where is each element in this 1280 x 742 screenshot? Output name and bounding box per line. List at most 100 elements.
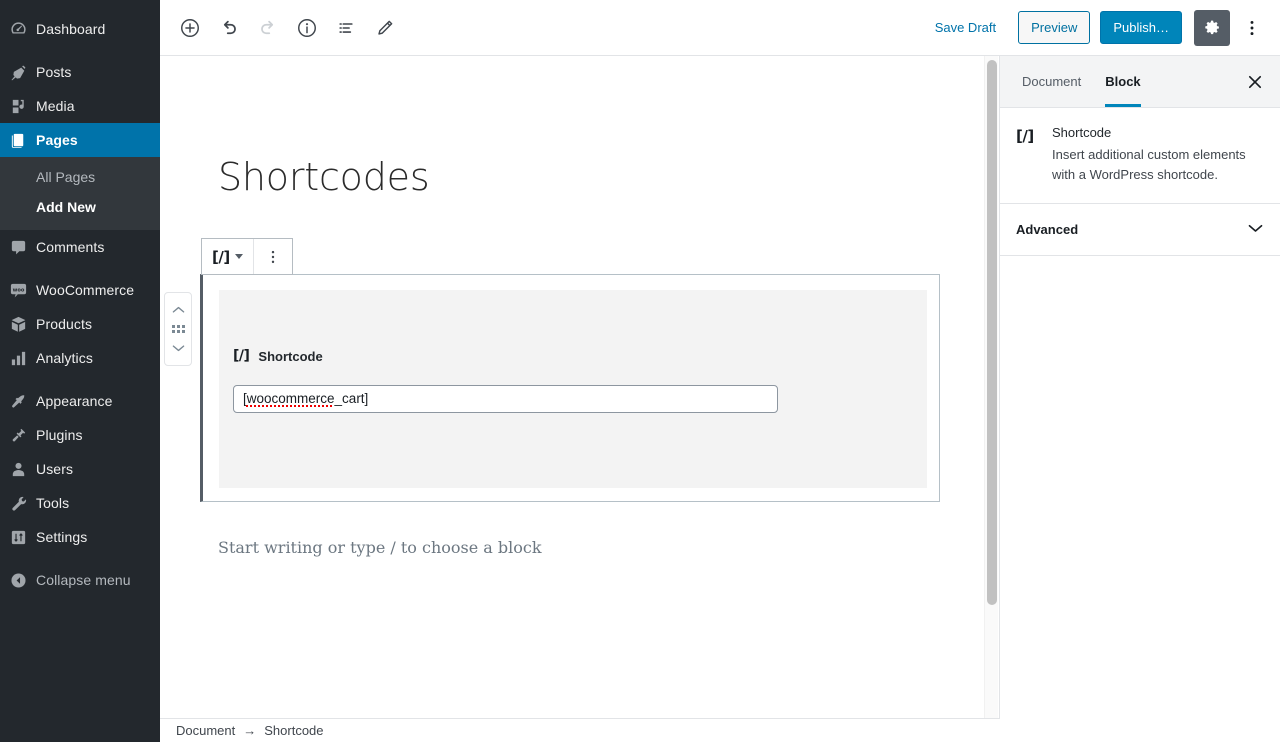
menu-separator: [0, 554, 160, 563]
close-icon[interactable]: [1240, 67, 1270, 97]
pages-submenu: All Pages Add New: [0, 157, 160, 231]
wordpress-block-editor: Dashboard Posts Media Pages All Pages Ad…: [0, 0, 1280, 742]
sidebar-item-label: Tools: [36, 495, 70, 512]
redo-icon: [250, 10, 286, 46]
shortcode-input[interactable]: [woocommerce_cart]: [233, 385, 778, 413]
sidebar-item-label: Dashboard: [36, 21, 106, 37]
breadcrumb-item-shortcode[interactable]: Shortcode: [264, 723, 323, 738]
settings-sidebar-tabs: Document Block: [1000, 56, 1280, 108]
sidebar-item-label: Analytics: [36, 350, 93, 367]
editor-header: Save Draft Preview Publish…: [160, 0, 1280, 56]
undo-icon[interactable]: [211, 10, 247, 46]
menu-separator: [0, 375, 160, 384]
collapse-menu-button[interactable]: Collapse menu: [0, 563, 160, 597]
block-options-kebab-icon[interactable]: [254, 239, 292, 274]
block-toolbar: [/]: [201, 238, 293, 275]
collapse-arrow-icon: [0, 571, 36, 590]
sidebar-item-pages[interactable]: Pages: [0, 123, 160, 157]
block-navigation-icon[interactable]: [328, 10, 364, 46]
sidebar-item-comments[interactable]: Comments: [0, 230, 160, 264]
sidebar-item-posts[interactable]: Posts: [0, 55, 160, 89]
shortcode-icon: [/]: [1016, 127, 1034, 145]
sidebar-item-label: Products: [36, 316, 93, 333]
preview-button[interactable]: Preview: [1018, 11, 1091, 44]
save-draft-button[interactable]: Save Draft: [925, 14, 1006, 41]
breadcrumb-separator-icon: →: [243, 723, 257, 738]
pages-icon: [0, 131, 36, 150]
editor-scrollbar[interactable]: [984, 56, 998, 718]
editor-scrollbar-thumb[interactable]: [987, 60, 997, 605]
chevron-down-icon: [1247, 221, 1264, 239]
comments-icon: [0, 238, 36, 257]
kebab-menu-icon[interactable]: [1234, 10, 1270, 46]
page-title[interactable]: Shortcodes: [218, 155, 430, 201]
shortcode-block-header: [/] Shortcode: [233, 348, 323, 364]
drag-handle-icon[interactable]: [171, 325, 185, 333]
default-block-placeholder[interactable]: Start writing or type / to choose a bloc…: [218, 538, 542, 557]
pin-icon: [0, 63, 36, 82]
tab-document[interactable]: Document: [1010, 56, 1093, 107]
shortcode-block[interactable]: [/] Shortcode [woocommerce_cart]: [200, 274, 940, 502]
media-icon: [0, 97, 36, 116]
shortcode-value-rest: _cart]: [334, 391, 369, 406]
info-icon[interactable]: [289, 10, 325, 46]
menu-separator: [0, 46, 160, 55]
breadcrumb: Document → Shortcode: [160, 718, 1000, 742]
submenu-item-add-new[interactable]: Add New: [0, 193, 160, 223]
sidebar-item-settings[interactable]: Settings: [0, 520, 160, 554]
shortcode-value-misspelled: woocommerce: [246, 391, 335, 406]
shortcode-icon: [/]: [233, 348, 250, 364]
sidebar-item-label: WooCommerce: [36, 282, 135, 299]
tools-icon: [0, 494, 36, 513]
panel-advanced-title: Advanced: [1016, 222, 1079, 238]
sidebar-item-tools[interactable]: Tools: [0, 486, 160, 520]
shortcode-block-type-icon: [/]: [212, 247, 230, 266]
submenu-item-all-pages[interactable]: All Pages: [0, 163, 160, 193]
tab-block[interactable]: Block: [1093, 56, 1152, 107]
sidebar-item-plugins[interactable]: Plugins: [0, 418, 160, 452]
settings-icon: [0, 528, 36, 547]
pencil-icon[interactable]: [367, 10, 403, 46]
move-block-up-icon[interactable]: [165, 299, 191, 321]
dashboard-icon: [0, 20, 36, 39]
block-card: [/] Shortcode Insert additional custom e…: [1000, 108, 1280, 205]
sidebar-item-label: Media: [36, 98, 75, 114]
sidebar-item-analytics[interactable]: Analytics: [0, 341, 160, 375]
header-right-actions: Save Draft Preview Publish…: [925, 9, 1280, 46]
shortcode-block-switcher[interactable]: [/]: [202, 239, 254, 274]
breadcrumb-item-document[interactable]: Document: [176, 723, 235, 738]
collapse-menu-label: Collapse menu: [36, 572, 131, 589]
svg-text:woo: woo: [12, 287, 24, 293]
sidebar-item-label: Settings: [36, 529, 88, 546]
plugins-icon: [0, 426, 36, 445]
menu-separator: [0, 264, 160, 273]
sidebar-item-products[interactable]: Products: [0, 307, 160, 341]
chevron-down-icon: [234, 254, 243, 259]
sidebar-item-label: Posts: [36, 64, 72, 80]
woocommerce-icon: woo: [0, 281, 36, 300]
header-left-tools: [160, 10, 403, 46]
add-block-icon[interactable]: [172, 10, 208, 46]
sidebar-item-media[interactable]: Media: [0, 89, 160, 123]
analytics-icon: [0, 349, 36, 368]
sidebar-item-label: Pages: [36, 132, 78, 148]
publish-button[interactable]: Publish…: [1100, 11, 1182, 44]
shortcode-block-panel: [/] Shortcode [woocommerce_cart]: [219, 290, 927, 488]
admin-sidebar: Dashboard Posts Media Pages All Pages Ad…: [0, 0, 160, 742]
block-card-text: Shortcode Insert additional custom eleme…: [1052, 125, 1264, 185]
sidebar-item-woocommerce[interactable]: woo WooCommerce: [0, 273, 160, 307]
sidebar-item-users[interactable]: Users: [0, 452, 160, 486]
panel-advanced[interactable]: Advanced: [1000, 204, 1280, 257]
sidebar-item-label: Appearance: [36, 393, 113, 410]
gear-icon[interactable]: [1194, 9, 1230, 46]
sidebar-item-label: Users: [36, 461, 74, 478]
move-block-down-icon[interactable]: [165, 337, 191, 359]
appearance-icon: [0, 392, 36, 411]
products-icon: [0, 315, 36, 334]
shortcode-block-label: Shortcode: [258, 348, 323, 364]
settings-sidebar: Document Block [/] Shortcode Insert addi…: [999, 56, 1280, 718]
sidebar-item-dashboard[interactable]: Dashboard: [0, 12, 160, 46]
sidebar-item-appearance[interactable]: Appearance: [0, 384, 160, 418]
editor-canvas: Shortcodes [/] [/] Shortcode [woocommerc…: [160, 56, 1000, 718]
block-card-title: Shortcode: [1052, 125, 1112, 140]
